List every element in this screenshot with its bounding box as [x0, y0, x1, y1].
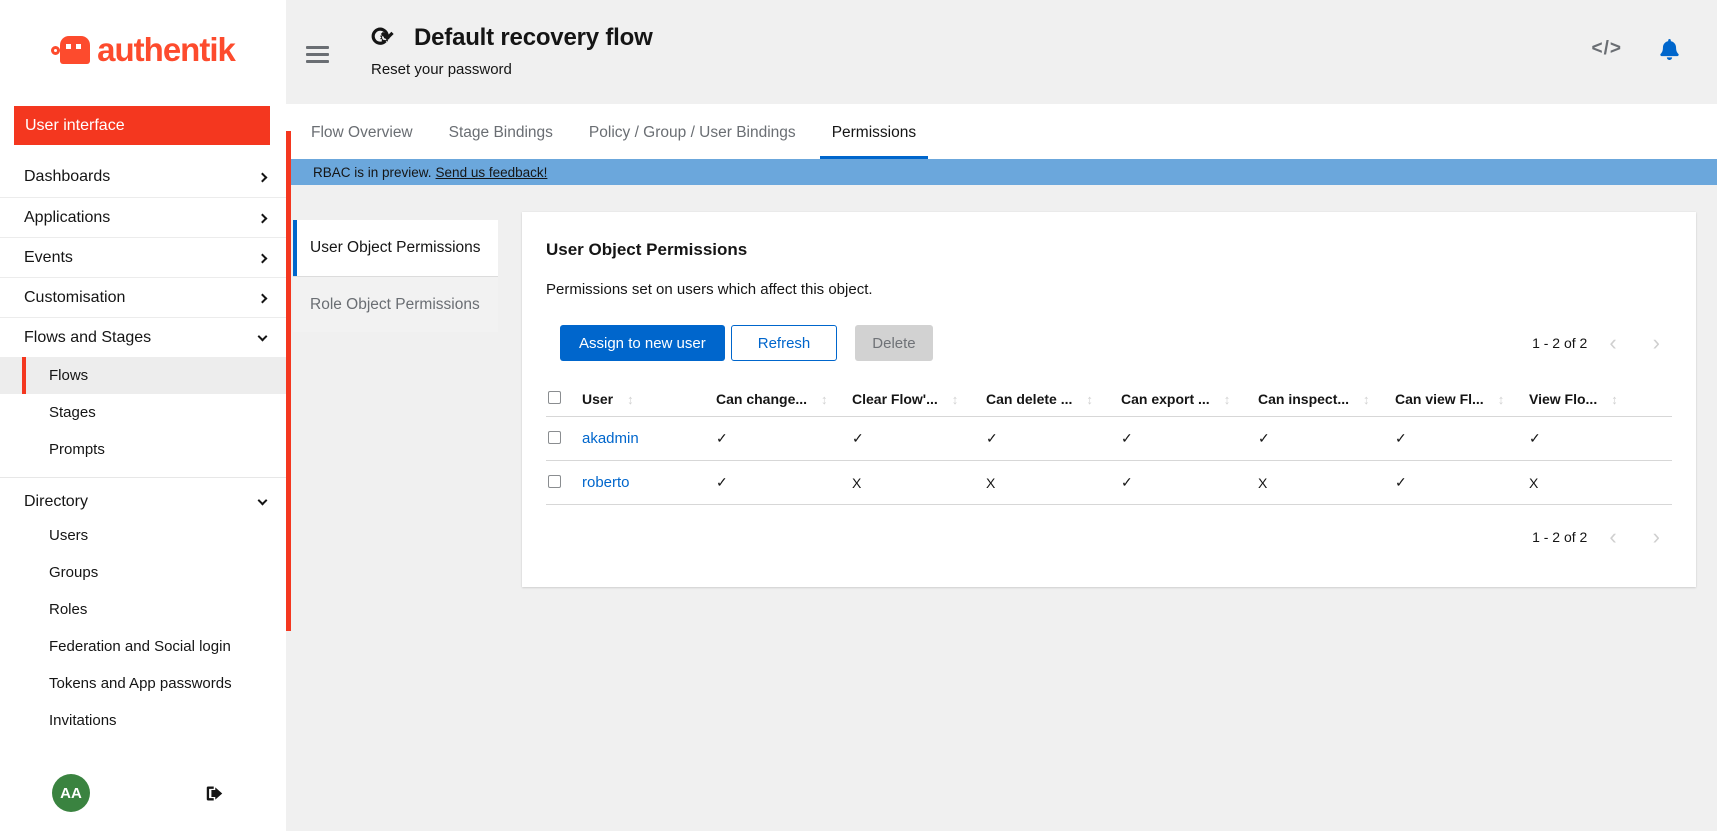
sidebar-item-applications[interactable]: Applications	[0, 197, 286, 237]
banner-text: RBAC is in preview.	[313, 165, 432, 180]
column-header-user: User	[582, 391, 613, 407]
sort-icon[interactable]: ↕	[627, 392, 634, 407]
permission-subtabs: User Object Permissions Role Object Perm…	[293, 220, 498, 332]
sidebar-item-events[interactable]: Events	[0, 237, 286, 277]
sidebar-nav: Dashboards Applications Events Customisa…	[0, 157, 286, 769]
tab-permissions[interactable]: Permissions	[820, 124, 928, 159]
sort-icon[interactable]: ↕	[952, 392, 959, 407]
pagination-next-icon[interactable]: ›	[1653, 530, 1660, 544]
sidebar-item-customisation[interactable]: Customisation	[0, 277, 286, 317]
hamburger-menu-icon[interactable]	[306, 46, 329, 63]
pagination-prev-icon[interactable]: ‹	[1609, 336, 1616, 350]
authentik-logo: authentik	[0, 0, 286, 100]
user-link-roberto[interactable]: roberto	[582, 474, 630, 491]
sort-icon[interactable]: ↕	[1086, 392, 1093, 407]
sort-icon[interactable]: ↕	[821, 392, 828, 407]
pagination-label: 1 - 2 of 2	[1532, 529, 1587, 545]
tab-stage-bindings[interactable]: Stage Bindings	[437, 124, 565, 159]
subtab-role-object-permissions[interactable]: Role Object Permissions	[293, 276, 498, 332]
delete-button[interactable]: Delete	[855, 325, 932, 361]
page-title-block: ⟳ ⚙ Default recovery flow Reset your pas…	[371, 24, 653, 78]
table-row-akadmin: akadmin ✓ ✓ ✓ ✓ ✓ ✓ ✓	[546, 417, 1672, 461]
sidebar-item-roles[interactable]: Roles	[0, 591, 286, 628]
sort-icon[interactable]: ↕	[1224, 392, 1231, 407]
sidebar-item-invitations[interactable]: Invitations	[0, 702, 286, 739]
sidebar-accent-bar	[286, 131, 291, 631]
flow-gear-icon: ⟳ ⚙	[371, 24, 399, 52]
pagination-bottom-wrap: 1 - 2 of 2 ‹ ›	[546, 529, 1672, 545]
refresh-button[interactable]: Refresh	[731, 325, 838, 361]
column-header-can-inspect: Can inspect...	[1258, 391, 1349, 407]
pagination-label: 1 - 2 of 2	[1532, 335, 1587, 351]
sidebar-item-flows[interactable]: Flows	[0, 357, 286, 394]
column-header-view-flow: View Flo...	[1529, 391, 1597, 407]
column-header-clear-flow: Clear Flow'...	[852, 391, 938, 407]
sort-icon[interactable]: ↕	[1363, 392, 1370, 407]
pagination-top: 1 - 2 of 2 ‹ ›	[1532, 335, 1660, 351]
chevron-down-icon	[258, 495, 268, 505]
pagination-bottom: 1 - 2 of 2 ‹ ›	[1532, 529, 1660, 545]
sidebar-item-flows-and-stages[interactable]: Flows and Stages	[0, 317, 286, 357]
table-row-roberto: roberto ✓ X X ✓ X ✓ X	[546, 461, 1672, 505]
chevron-right-icon	[258, 293, 268, 303]
chevron-right-icon	[258, 253, 268, 263]
header-actions: </>	[1592, 38, 1693, 60]
user-link-akadmin[interactable]: akadmin	[582, 430, 639, 447]
main-area: ⟳ ⚙ Default recovery flow Reset your pas…	[286, 0, 1717, 831]
sidebar: authentik User interface Dashboards Appl…	[0, 0, 286, 831]
content-area: User Object Permissions Role Object Perm…	[286, 185, 1717, 831]
sidebar-item-directory[interactable]: Directory	[0, 477, 286, 517]
notifications-bell-icon[interactable]	[1660, 39, 1679, 60]
sidebar-item-user-interface[interactable]: User interface	[14, 106, 270, 145]
column-header-can-view: Can view Fl...	[1395, 391, 1484, 407]
sidebar-item-users[interactable]: Users	[0, 517, 286, 554]
select-all-checkbox[interactable]	[548, 391, 561, 404]
card-description: Permissions set on users which affect th…	[546, 281, 1672, 298]
page-title: Default recovery flow	[414, 24, 653, 52]
authentik-logo-icon	[51, 34, 91, 66]
flow-tabs: Flow Overview Stage Bindings Policy / Gr…	[286, 104, 1717, 159]
column-header-can-export: Can export ...	[1121, 391, 1210, 407]
row-checkbox[interactable]	[548, 431, 561, 444]
tab-flow-overview[interactable]: Flow Overview	[299, 124, 425, 159]
api-code-icon[interactable]: </>	[1592, 38, 1622, 60]
page-header: ⟳ ⚙ Default recovery flow Reset your pas…	[286, 0, 1717, 104]
page-subtitle: Reset your password	[371, 61, 653, 78]
chevron-right-icon	[258, 173, 268, 183]
chevron-right-icon	[258, 213, 268, 223]
sort-icon[interactable]: ↕	[1611, 392, 1618, 407]
table-header-row: User ↕ Can change... ↕ Clear Flow'... ↕ Can…	[546, 382, 1672, 417]
sidebar-item-dashboards[interactable]: Dashboards	[0, 157, 286, 197]
assign-to-new-user-button[interactable]: Assign to new user	[560, 325, 725, 361]
toolbar: Assign to new user Refresh Delete 1 - 2 …	[546, 325, 1672, 361]
rbac-preview-banner: RBAC is in preview. Send us feedback!	[286, 159, 1717, 185]
user-interface-label: User interface	[25, 117, 125, 135]
pagination-next-icon[interactable]: ›	[1653, 336, 1660, 350]
tab-policy-group-user-bindings[interactable]: Policy / Group / User Bindings	[577, 124, 808, 159]
column-header-can-change: Can change...	[716, 391, 807, 407]
user-object-permissions-card: User Object Permissions Permissions set …	[522, 212, 1696, 587]
sign-out-icon[interactable]	[205, 785, 224, 802]
subtab-user-object-permissions[interactable]: User Object Permissions	[293, 220, 498, 276]
permissions-table: User ↕ Can change... ↕ Clear Flow'... ↕ Can…	[546, 382, 1672, 505]
send-feedback-link[interactable]: Send us feedback!	[436, 165, 548, 180]
sidebar-footer: AA	[0, 769, 286, 831]
chevron-down-icon	[258, 331, 268, 341]
avatar[interactable]: AA	[52, 774, 90, 812]
sidebar-item-stages[interactable]: Stages	[0, 394, 286, 431]
sort-icon[interactable]: ↕	[1498, 392, 1505, 407]
row-checkbox[interactable]	[548, 475, 561, 488]
pagination-prev-icon[interactable]: ‹	[1609, 530, 1616, 544]
card-title: User Object Permissions	[546, 240, 1672, 260]
sidebar-item-tokens-and-app-passwords[interactable]: Tokens and App passwords	[0, 665, 286, 702]
column-header-can-delete: Can delete ...	[986, 391, 1072, 407]
sidebar-item-prompts[interactable]: Prompts	[0, 431, 286, 468]
app-root: authentik User interface Dashboards Appl…	[0, 0, 1717, 831]
sidebar-item-federation-and-social-login[interactable]: Federation and Social login	[0, 628, 286, 665]
authentik-logo-text: authentik	[97, 31, 235, 69]
sidebar-item-groups[interactable]: Groups	[0, 554, 286, 591]
